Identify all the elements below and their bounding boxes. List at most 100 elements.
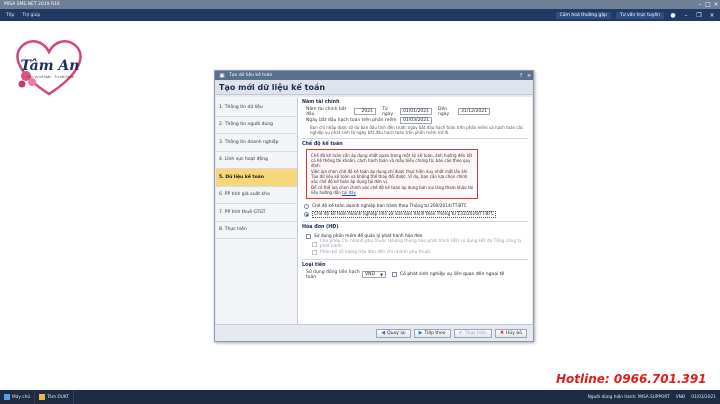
currency-section-title: Loại tiền (302, 263, 326, 269)
close-icon[interactable]: × (525, 73, 533, 79)
start-date-input[interactable]: 01/03/2021 (400, 117, 432, 124)
wizard-step[interactable]: 2. Thông tin người dùng (216, 117, 297, 134)
arrow-left-icon: ◀ (381, 330, 386, 336)
fiscal-section-title: Năm tài chính (302, 100, 340, 105)
arrow-right-icon: ▶ (418, 330, 423, 336)
invoice-section-title: Hóa đơn (HĐ) (302, 225, 339, 231)
dialog-window-title: Tạo dữ liệu kế toán (229, 73, 273, 78)
checkbox-icon[interactable] (306, 233, 311, 239)
dialog-body: 1. Thông tin dữ liệu 2. Thông tin người … (216, 97, 532, 324)
regime-option-label: Chế độ kế toán doanh nghiệp nhỏ và vừa b… (312, 210, 496, 218)
status-currency: VNĐ (675, 394, 686, 400)
minimize-icon[interactable]: – (682, 11, 690, 19)
wizard-step-active[interactable]: 5. Dữ liệu kế toán (216, 169, 297, 187)
app-title: MISA SME.NET 2019 R16 (4, 2, 60, 7)
chevron-down-icon[interactable]: ▼ (380, 273, 383, 277)
regime-option-label: Chế độ kế toán doanh nghiệp ban hành the… (312, 203, 467, 209)
fiscal-note: Bạn chỉ nhập được số dư ban đầu tính đến… (310, 125, 524, 136)
wizard-step[interactable]: 6. PP tính giá xuất kho (216, 187, 297, 204)
next-button[interactable]: ▶ Tiếp theo (413, 328, 451, 338)
radio-selected-icon[interactable] (304, 211, 309, 217)
currency-select[interactable]: VND ▼ (362, 271, 386, 279)
invoice-option-label: Phân bổ số lượng hóa đơn đến chi nhánh p… (320, 249, 431, 255)
dialog-footer: ◀ Quay lại ▶ Tiếp theo ✔ Thực hiện ✖ Hủy… (215, 324, 533, 341)
regime-option-133[interactable]: Chế độ kế toán doanh nghiệp nhỏ và vừa b… (304, 210, 528, 218)
invoice-option-label: Cho phép Chi nhánh phụ thuộc (không thôn… (319, 239, 522, 250)
faq-link[interactable]: Cảm hoá thường gặp (555, 11, 611, 19)
next-button-label: Tiếp theo (424, 330, 446, 336)
taskbar-item-server[interactable]: Máy chủ (0, 390, 36, 404)
invoice-option-2[interactable]: Cho phép Chi nhánh phụ thuộc (không thôn… (312, 239, 528, 250)
fiscal-year-label: Năm tài chính bắt đầu (306, 106, 347, 117)
step-content: Năm tài chính Năm tài chính bắt đầu 2021… (298, 97, 532, 324)
status-area: Người dùng hiện hành: MISA.SUPPORT VNĐ 0… (588, 390, 716, 404)
check-icon: ✔ (458, 330, 463, 336)
foreign-currency-label: Có phát sinh nghiệp vụ liên quan đến ngo… (400, 272, 505, 278)
wizard-step[interactable]: 4. Lĩnh vực hoạt động (216, 152, 297, 169)
close-icon[interactable]: × (712, 1, 720, 9)
divider (302, 259, 528, 261)
menu-file[interactable]: Tệp (6, 13, 14, 18)
logo-tagline: Dịch vụ kế toán - Tư vấn thuế (26, 75, 73, 79)
regime-section-title: Chế độ kế toán (302, 142, 343, 148)
app-menubar: Tệp Trợ giúp Cảm hoá thường gặp Tư vấn t… (0, 9, 720, 21)
help-icon[interactable]: ? (517, 73, 525, 79)
app-titlebar: MISA SME.NET 2019 R16 – □ × (0, 0, 720, 9)
checkbox-icon[interactable] (312, 249, 317, 255)
radio-icon[interactable] (304, 203, 309, 209)
status-user: Người dùng hiện hành: MISA.SUPPORT (587, 394, 670, 400)
back-button-label: Quay lại (387, 330, 406, 336)
taskbar: Máy chủ Tâm DUKT Người dùng hiện hành: M… (0, 390, 720, 404)
minimize-icon[interactable]: – (696, 1, 704, 9)
restore-icon[interactable]: ❐ (695, 11, 703, 19)
warning-link[interactable]: tại đây (342, 190, 356, 195)
fiscal-year-input[interactable]: 2021 (354, 108, 376, 115)
taskbar-item-label: Máy chủ (12, 394, 31, 400)
logo-brand: Tâm An (21, 58, 80, 74)
menu-help[interactable]: Trợ giúp (22, 13, 40, 18)
dialog-app-icon: ▣ (219, 72, 225, 79)
dialog-heading: Tạo mới dữ liệu kế toán (215, 80, 533, 95)
close-icon[interactable]: × (708, 11, 716, 19)
from-date-input[interactable]: 01/01/2021 (400, 108, 432, 115)
user-icon[interactable]: ● (669, 11, 677, 19)
invoice-option-3[interactable]: Phân bổ số lượng hóa đơn đến chi nhánh p… (312, 248, 528, 256)
to-date-label: Đến ngày (438, 106, 450, 117)
cancel-button-label: Hủy bỏ (506, 330, 522, 336)
tam-an-logo: Tâm An Dịch vụ kế toán - Tư vấn thuế (16, 40, 82, 96)
wizard-step[interactable]: 7. PP tính thuế GTGT (216, 204, 297, 222)
wizard-step[interactable]: 8. Thực hiện (216, 222, 297, 239)
taskbar-item-database[interactable]: Tâm DUKT (35, 390, 74, 404)
dialog-titlebar: ▣ Tạo dữ liệu kế toán ? × (215, 71, 533, 80)
currency-value: VND (365, 272, 375, 278)
divider (302, 138, 528, 140)
menubar-right: Cảm hoá thường gặp Tư vấn trực tuyến ● –… (555, 9, 716, 21)
warning-text-1: Chế độ kế toán cần áp dụng nhất quán tro… (311, 153, 473, 169)
wizard-step[interactable]: 3. Thông tin doanh nghiệp (216, 134, 297, 152)
maximize-icon[interactable]: □ (704, 1, 712, 9)
regime-option-200[interactable]: Chế độ kế toán doanh nghiệp ban hành the… (304, 202, 528, 210)
hotline-text: Hotline: 0966.701.391 (556, 372, 707, 386)
warning-text-2: Việc lựa chọn chế độ kế toán áp dụng chỉ… (311, 169, 468, 185)
create-data-dialog: ▣ Tạo dữ liệu kế toán ? × Tạo mới dữ liệ… (214, 70, 534, 342)
checkbox-icon[interactable] (392, 272, 397, 278)
cancel-button[interactable]: ✖ Hủy bỏ (494, 328, 527, 338)
to-date-input[interactable]: 31/12/2021 (458, 108, 490, 115)
finish-button-label: Thực hiện (464, 330, 487, 336)
back-button[interactable]: ◀ Quay lại (376, 328, 411, 338)
wizard-steps: 1. Thông tin dữ liệu 2. Thông tin người … (216, 97, 298, 324)
warning-text-3: Để có thể lựa chọn chính xác chế độ kế t… (311, 185, 474, 196)
start-date-label: Ngày bắt đầu hạch toán trên phần mềm (306, 118, 397, 123)
status-date: 01/03/2021 (691, 394, 716, 400)
wizard-step[interactable]: 1. Thông tin dữ liệu (216, 99, 297, 117)
divider (302, 221, 528, 223)
checkbox-icon[interactable] (312, 241, 317, 247)
taskbar-item-label: Tâm DUKT (47, 394, 69, 400)
server-icon (4, 394, 10, 400)
currency-label: Sử dụng đồng tiền hạch toán (306, 269, 360, 280)
from-date-label: Từ ngày (382, 106, 394, 117)
online-support-link[interactable]: Tư vấn trực tuyến (615, 11, 664, 19)
finish-button[interactable]: ✔ Thực hiện (453, 328, 492, 338)
cancel-icon: ✖ (499, 330, 505, 336)
database-icon (39, 394, 46, 400)
